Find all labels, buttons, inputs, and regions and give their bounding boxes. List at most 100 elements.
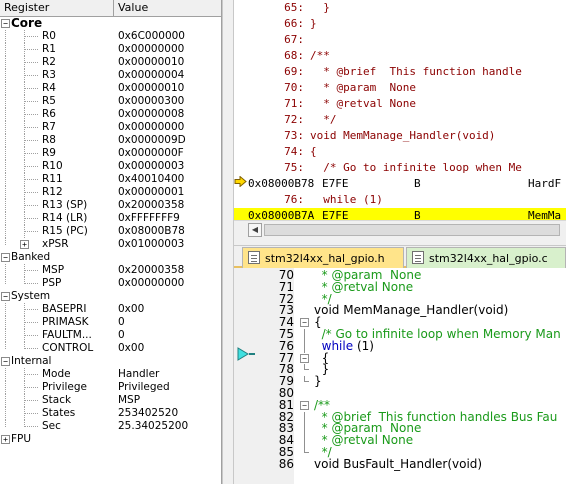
- register-value[interactable]: Privileged: [118, 381, 170, 394]
- register-row[interactable]: + xPSR 0x01000003: [0, 238, 221, 251]
- register-row[interactable]: R3 0x00000004: [0, 69, 221, 82]
- register-row[interactable]: Stack MSP: [0, 394, 221, 407]
- register-group-system[interactable]: − System: [0, 290, 221, 303]
- register-row[interactable]: R7 0x00000000: [0, 121, 221, 134]
- register-row[interactable]: R5 0x00000300: [0, 95, 221, 108]
- scroll-left-arrow-icon[interactable]: ◀: [248, 223, 262, 237]
- fold-guide-line: [304, 411, 305, 424]
- register-value[interactable]: 0x00000001: [118, 186, 184, 199]
- tree-line: [5, 225, 6, 238]
- disassembly-source-row[interactable]: 67:: [234, 32, 566, 48]
- collapse-icon[interactable]: −: [1, 253, 10, 262]
- disassembly-source-row[interactable]: 70: * @param None: [234, 80, 566, 96]
- register-row[interactable]: FAULTM... 0: [0, 329, 221, 342]
- tree-line: [5, 186, 6, 199]
- register-value[interactable]: 25.34025200: [118, 420, 188, 433]
- register-row[interactable]: R15 (PC) 0x08000B78: [0, 225, 221, 238]
- register-row[interactable]: PRIMASK 0: [0, 316, 221, 329]
- pane-divider[interactable]: [234, 238, 566, 246]
- register-value[interactable]: 0x20000358: [118, 199, 184, 212]
- register-row[interactable]: PSP 0x00000000: [0, 277, 221, 290]
- fold-collapse-icon[interactable]: −: [300, 353, 309, 363]
- register-value[interactable]: 0x01000003: [118, 238, 184, 251]
- register-row[interactable]: R0 0x6C000000: [0, 30, 221, 43]
- register-value[interactable]: 0x00000010: [118, 56, 184, 69]
- register-value[interactable]: 0x00000000: [118, 43, 184, 56]
- tab-stm32l4xx-hal-gpio-h[interactable]: stm32l4xx_hal_gpio.h: [242, 247, 404, 268]
- value-column-header[interactable]: Value: [114, 0, 221, 17]
- register-value[interactable]: 0x00000000: [118, 277, 184, 290]
- register-row[interactable]: R13 (SP) 0x20000358: [0, 199, 221, 212]
- register-column-header[interactable]: Register: [0, 0, 114, 17]
- register-row[interactable]: Sec 25.34025200: [0, 420, 221, 433]
- register-value[interactable]: 0x0000000F: [118, 147, 184, 160]
- disassembly-source-row[interactable]: 72: */: [234, 112, 566, 128]
- register-row[interactable]: States 253402520: [0, 407, 221, 420]
- disassembly-source-row[interactable]: 74: {: [234, 144, 566, 160]
- register-row[interactable]: BASEPRI 0x00: [0, 303, 221, 316]
- disassembly-source-row[interactable]: 73: void MemManage_Handler(void): [234, 128, 566, 144]
- register-group-banked[interactable]: − Banked: [0, 251, 221, 264]
- fold-collapse-icon[interactable]: −: [300, 400, 309, 410]
- register-group-fpu[interactable]: + FPU: [0, 433, 221, 446]
- source-editor[interactable]: 70 * @param None 71 * @retval None 72 */73…: [234, 268, 566, 484]
- register-group-core[interactable]: − Core: [0, 17, 221, 30]
- register-row[interactable]: R12 0x00000001: [0, 186, 221, 199]
- register-value[interactable]: 0x00000003: [118, 160, 184, 173]
- disassembly-source-row[interactable]: 68: /**: [234, 48, 566, 64]
- register-row[interactable]: MSP 0x20000358: [0, 264, 221, 277]
- scrollbar-thumb[interactable]: [264, 224, 560, 236]
- expand-icon[interactable]: +: [20, 240, 29, 249]
- register-value[interactable]: 0x20000358: [118, 264, 184, 277]
- register-row[interactable]: R4 0x00000010: [0, 82, 221, 95]
- register-value[interactable]: 0x00: [118, 342, 144, 355]
- disassembly-source-row[interactable]: 69: * @brief This function handle: [234, 64, 566, 80]
- register-value[interactable]: 0x00000300: [118, 95, 184, 108]
- disassembly-source-row[interactable]: 71: * @retval None: [234, 96, 566, 112]
- editor-line[interactable]: 86 void BusFault_Handler(void): [234, 458, 566, 471]
- register-row[interactable]: R2 0x00000010: [0, 56, 221, 69]
- register-row[interactable]: R6 0x00000008: [0, 108, 221, 121]
- register-value[interactable]: Handler: [118, 368, 159, 381]
- fold-collapse-icon[interactable]: −: [300, 318, 309, 328]
- register-row[interactable]: R11 0x40010400: [0, 173, 221, 186]
- register-row[interactable]: R8 0x0000009D: [0, 134, 221, 147]
- register-value[interactable]: 253402520: [118, 407, 178, 420]
- expand-icon[interactable]: +: [1, 435, 10, 444]
- tab-stm32l4xx-hal-gpio-c[interactable]: stm32l4xx_hal_gpio.c: [406, 247, 566, 268]
- register-value[interactable]: 0x00000000: [118, 121, 184, 134]
- register-value[interactable]: 0x6C000000: [118, 30, 185, 43]
- register-row[interactable]: Privilege Privileged: [0, 381, 221, 394]
- collapse-icon[interactable]: −: [1, 19, 10, 28]
- register-value[interactable]: 0x0000009D: [118, 134, 186, 147]
- register-value[interactable]: 0x00: [118, 303, 144, 316]
- disassembly-horizontal-scrollbar[interactable]: ◀: [234, 220, 566, 238]
- register-value[interactable]: MSP: [118, 394, 140, 407]
- register-row[interactable]: R9 0x0000000F: [0, 147, 221, 160]
- register-value[interactable]: 0xFFFFFFF9: [118, 212, 180, 225]
- pane-splitter[interactable]: [222, 0, 234, 484]
- register-value[interactable]: 0x40010400: [118, 173, 184, 186]
- register-value[interactable]: 0x00000010: [118, 82, 184, 95]
- register-value[interactable]: 0x00000008: [118, 108, 184, 121]
- source-line-number: 65:: [284, 1, 304, 14]
- register-group-internal[interactable]: − Internal: [0, 355, 221, 368]
- register-row[interactable]: CONTROL 0x00: [0, 342, 221, 355]
- register-value[interactable]: 0: [118, 316, 125, 329]
- disassembly-source-row[interactable]: 65: }: [234, 0, 566, 16]
- disassembly-source-row[interactable]: 76: while (1): [234, 192, 566, 208]
- register-row[interactable]: R10 0x00000003: [0, 160, 221, 173]
- register-row[interactable]: R1 0x00000000: [0, 43, 221, 56]
- register-row[interactable]: Mode Handler: [0, 368, 221, 381]
- register-value[interactable]: 0x00000004: [118, 69, 184, 82]
- collapse-icon[interactable]: −: [1, 357, 10, 366]
- fold-guide-line: [304, 340, 305, 353]
- register-value[interactable]: 0x08000B78: [118, 225, 185, 238]
- register-row[interactable]: R14 (LR) 0xFFFFFFF9: [0, 212, 221, 225]
- register-value[interactable]: 0: [118, 329, 125, 342]
- disassembly-source-row[interactable]: 66:}: [234, 16, 566, 32]
- collapse-icon[interactable]: −: [1, 292, 10, 301]
- register-name: R7: [42, 121, 56, 133]
- disassembly-source-row[interactable]: 75: /* Go to infinite loop when Me: [234, 160, 566, 176]
- disassembly-instruction-row[interactable]: 0x08000B78 E7FE B HardF: [234, 176, 566, 192]
